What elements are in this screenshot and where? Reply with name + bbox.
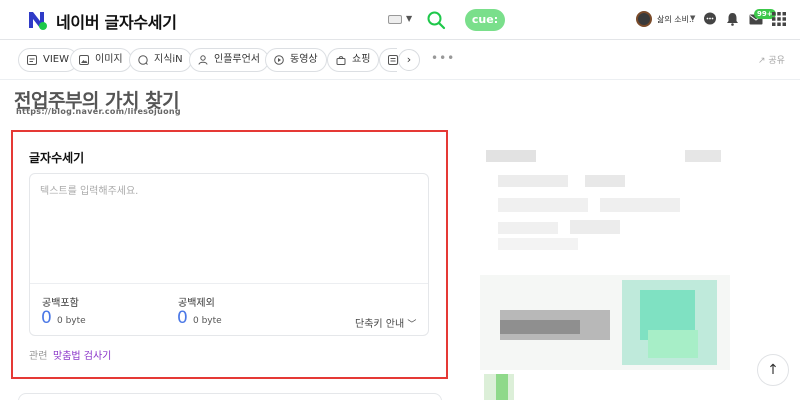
bag-icon [336, 56, 346, 65]
view-icon [27, 55, 37, 65]
more-icon[interactable]: ••• [431, 51, 455, 65]
tab-more[interactable] [379, 48, 398, 72]
tab-label: 인플루언서 [214, 54, 260, 65]
tab-shopping[interactable]: 쇼핑 [327, 48, 380, 72]
blog-url: https://blog.naver.com/lifesojuong [16, 107, 181, 116]
chevron-down-icon: ﹀ [407, 320, 417, 330]
page-title: 네이버 글자수세기 [56, 13, 177, 32]
tab-label: 이미지 [95, 54, 123, 65]
search-tabs: VIEW 이미지 지식iN 인플루언서 동영상 쇼핑 › [0, 40, 800, 80]
search-icon[interactable] [426, 10, 446, 30]
kin-icon [138, 55, 148, 65]
naver-logo-icon[interactable] [26, 9, 48, 31]
chevron-down-icon[interactable]: ▼ [690, 14, 695, 22]
without-space-count: 0 [177, 308, 188, 328]
person-icon [198, 55, 208, 65]
top-header: 네이버 글자수세기 ▼ cue: 삶의 소비.. ▼ 99+ [0, 0, 800, 40]
shortcut-label: 단축키 안내 [355, 319, 405, 330]
with-space-bytes: 0 byte [57, 316, 86, 326]
tab-label: 쇼핑 [352, 54, 371, 65]
divider [30, 283, 428, 284]
with-space-count: 0 [41, 308, 52, 328]
tab-influencer[interactable]: 인플루언서 [189, 48, 269, 72]
share-button[interactable]: ↗ 공유 [758, 53, 785, 66]
image-icon [79, 55, 89, 65]
document-icon [388, 55, 398, 65]
next-card [18, 393, 442, 400]
user-name[interactable]: 삶의 소비.. [657, 14, 694, 25]
tabs-next-button[interactable]: › [398, 49, 420, 71]
arrow-up-icon: ↑ [767, 362, 779, 378]
scroll-top-button[interactable]: ↑ [757, 354, 789, 386]
bell-icon[interactable] [726, 12, 739, 26]
tab-label: 지식iN [154, 54, 183, 65]
avatar[interactable] [636, 11, 652, 27]
without-space-label: 공백제외 [178, 298, 215, 309]
cue-button[interactable]: cue: [465, 9, 505, 31]
with-space-label: 공백포함 [42, 298, 79, 309]
shortcut-guide-button[interactable]: 단축키 안내 ﹀ [355, 315, 416, 330]
related-label: 관련 [29, 351, 48, 362]
talk-icon[interactable] [703, 12, 717, 26]
grid-menu-icon[interactable] [772, 12, 786, 26]
play-icon [274, 55, 284, 65]
tab-video[interactable]: 동영상 [265, 48, 327, 72]
tab-image[interactable]: 이미지 [70, 48, 132, 72]
keyboard-icon[interactable] [388, 15, 402, 24]
counter-title: 글자수세기 [29, 151, 85, 165]
tab-kin[interactable]: 지식iN [129, 48, 192, 72]
tab-label: VIEW [43, 54, 69, 65]
share-icon: ↗ [758, 56, 769, 66]
chevron-down-icon[interactable]: ▼ [406, 14, 412, 23]
blurred-ad-area [470, 130, 740, 400]
counter-textbox: 공백포함 0 0 byte 공백제외 0 0 byte 단축키 안내 ﹀ [29, 173, 429, 336]
share-label: 공유 [768, 56, 785, 66]
tab-label: 동영상 [290, 54, 318, 65]
spell-check-link[interactable]: 맞춤법 검사기 [53, 347, 111, 362]
without-space-bytes: 0 byte [193, 316, 222, 326]
text-input[interactable] [40, 182, 420, 282]
tab-view[interactable]: VIEW [18, 48, 78, 72]
